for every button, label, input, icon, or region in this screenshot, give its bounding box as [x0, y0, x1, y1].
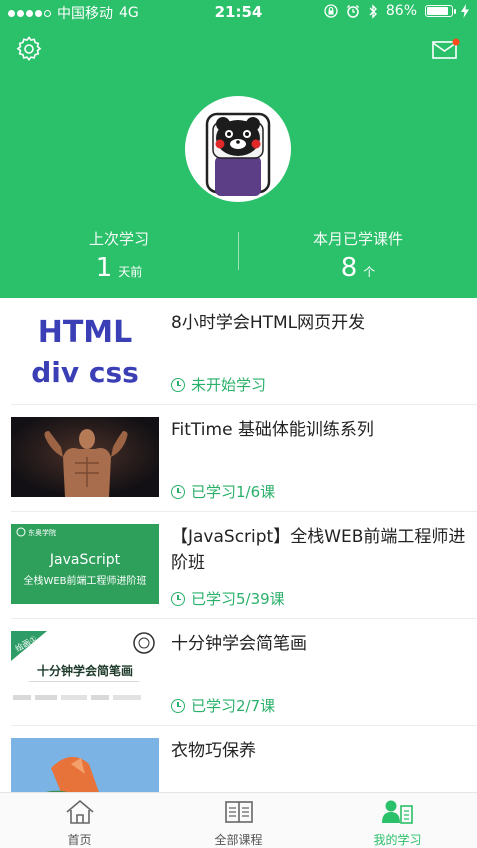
- avatar[interactable]: [185, 96, 291, 202]
- tab-my-study[interactable]: 我的学习: [318, 793, 477, 848]
- clock-icon: [171, 591, 185, 606]
- clock-icon: [171, 377, 185, 392]
- courses-icon: [224, 801, 253, 823]
- battery-icon: [425, 5, 456, 17]
- tab-all-courses-label: 全部课程: [214, 833, 263, 847]
- tab-bar: 首页 全部课程 我的学习: [0, 792, 477, 848]
- html-thumb-line2: div css: [31, 356, 139, 389]
- stat-last-study-value-wrap: 1 天前: [0, 253, 238, 283]
- course-progress: 已学习5/39课: [171, 588, 285, 609]
- battery-percent: 86%: [385, 3, 417, 19]
- course-progress-text: 已学习2/7课: [191, 697, 276, 715]
- course-title: 【JavaScript】全栈WEB前端工程师进阶班: [171, 527, 466, 573]
- course-thumbnail: 绘画① 十分钟学会简笔画: [11, 631, 159, 711]
- stat-monthly-value: 8: [340, 253, 358, 283]
- course-thumbnail: [11, 738, 159, 792]
- tab-home-label: 首页: [67, 833, 92, 847]
- drawing-thumb-art: 绘画① 十分钟学会简笔画: [11, 631, 159, 711]
- course-title: 十分钟学会简笔画: [171, 634, 307, 654]
- tab-home[interactable]: 首页: [0, 793, 159, 848]
- stat-monthly-unit: 个: [363, 265, 376, 279]
- course-progress: 已学习1/6课: [171, 481, 275, 502]
- course-item-fittime[interactable]: FitTime 基础体能训练系列 已学习1/6课: [11, 405, 477, 512]
- alarm-icon: [346, 4, 359, 18]
- stat-monthly-value-wrap: 8个: [239, 253, 477, 283]
- my-study-icon: [381, 800, 413, 824]
- js-thumb-line2: 全栈WEB前端工程师进阶班: [23, 574, 146, 587]
- course-progress-text: 已学习5/39课: [191, 590, 285, 608]
- mail-icon[interactable]: [432, 38, 460, 60]
- course-item-drawing[interactable]: 绘画① 十分钟学会简笔画 十分钟学会简笔画 已学习2/7课: [11, 619, 477, 726]
- course-progress: 未开始学习: [171, 374, 266, 395]
- clothes-thumb-art: [11, 738, 159, 792]
- course-item-javascript[interactable]: 东奥学院 JavaScript 全栈WEB前端工程师进阶班 【JavaScrip…: [11, 512, 477, 619]
- stat-monthly-label: 本月已学课件: [312, 230, 403, 248]
- drawing-lion-icon: [133, 632, 155, 654]
- gear-icon[interactable]: [15, 35, 43, 63]
- app: 中国移动 4G 21:54 86% 上次学习 1 天前 本月已学课件 8 个 H…: [0, 0, 477, 848]
- charging-icon: [461, 4, 469, 18]
- js-thumb-line1: JavaScript: [49, 552, 121, 568]
- status-bar: 中国移动 4G 21:54 86%: [0, 0, 477, 24]
- home-icon: [65, 799, 94, 824]
- clock-icon: [171, 698, 185, 713]
- course-list: HTML div css 8小时学会HTML网页开发 未开始学习 FitTime…: [0, 298, 477, 792]
- clock-icon: [171, 484, 185, 499]
- course-progress-text: 未开始学习: [191, 376, 267, 394]
- course-thumbnail: HTML div css: [11, 310, 159, 390]
- course-progress-text: 已学习1/6课: [191, 483, 276, 501]
- unread-badge: [452, 38, 460, 46]
- stat-monthly: 本月已学课件 8个: [239, 228, 477, 283]
- course-thumbnail: 东奥学院 JavaScript 全栈WEB前端工程师进阶班: [11, 524, 159, 604]
- js-thumb-brand: 东奥学院: [28, 528, 56, 537]
- html-thumb-line1: HTML: [38, 315, 133, 350]
- fitness-thumb-art: [11, 417, 159, 497]
- profile-header: 中国移动 4G 21:54 86% 上次学习 1 天前 本月已学课件 8 个: [0, 0, 477, 298]
- course-thumbnail: [11, 417, 159, 497]
- stat-last-study-label: 上次学习: [88, 230, 149, 248]
- course-item-html[interactable]: HTML div css 8小时学会HTML网页开发 未开始学习: [11, 298, 477, 405]
- course-title: FitTime 基础体能训练系列: [171, 420, 374, 440]
- tab-my-study-label: 我的学习: [373, 833, 422, 847]
- status-right: 86%: [324, 3, 469, 19]
- stat-last-study-unit: 天前: [118, 265, 143, 279]
- avatar-bear-icon: [205, 112, 271, 196]
- tab-all-courses[interactable]: 全部课程: [159, 793, 318, 848]
- html-thumb-art: HTML div css: [31, 315, 139, 389]
- course-title: 8小时学会HTML网页开发: [171, 313, 366, 333]
- rotation-lock-icon: [324, 4, 338, 18]
- drawing-thumb-line1: 十分钟学会简笔画: [37, 663, 133, 678]
- course-title: 衣物巧保养: [171, 741, 256, 761]
- bluetooth-icon: [369, 3, 377, 19]
- course-item-clothes[interactable]: 衣物巧保养: [11, 726, 477, 792]
- stat-last-study: 上次学习 1 天前: [0, 228, 238, 283]
- stat-last-study-value: 1: [95, 253, 113, 283]
- js-thumb-art: 东奥学院 JavaScript 全栈WEB前端工程师进阶班: [11, 524, 159, 604]
- course-progress: 已学习2/7课: [171, 695, 275, 716]
- stats-divider: [238, 232, 239, 270]
